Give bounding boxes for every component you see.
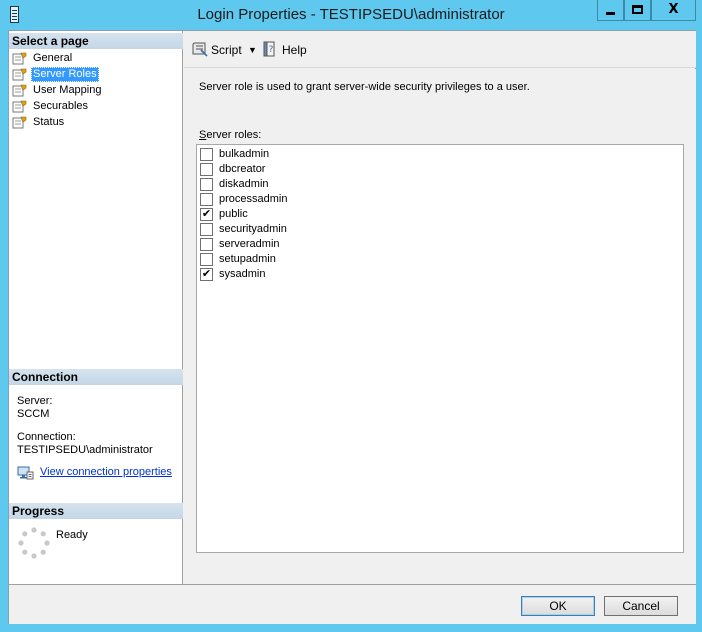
dialog-client-area: Select a page General Server Roles User … bbox=[8, 30, 696, 624]
role-row-bulkadmin[interactable]: bulkadmin bbox=[200, 147, 670, 162]
role-row-serveradmin[interactable]: serveradmin bbox=[200, 237, 670, 252]
server-value: SCCM bbox=[17, 408, 50, 420]
connection-label: Connection: bbox=[17, 431, 76, 443]
view-connection-properties-link[interactable]: View connection properties bbox=[40, 466, 172, 478]
page-wrench-icon bbox=[12, 116, 27, 129]
page-wrench-icon bbox=[12, 68, 27, 81]
help-book-icon: ? bbox=[263, 41, 275, 57]
select-page-header: Select a page bbox=[9, 33, 183, 49]
server-label: Server: bbox=[17, 395, 53, 407]
left-pane: Select a page General Server Roles User … bbox=[9, 31, 183, 584]
role-row-public[interactable]: ✔ public bbox=[200, 207, 670, 222]
role-checkbox[interactable]: ✔ bbox=[200, 268, 213, 281]
page-wrench-icon bbox=[12, 84, 27, 97]
dialog-footer: OK Cancel bbox=[9, 584, 696, 624]
page-wrench-icon bbox=[12, 52, 27, 65]
server-roles-label: Server roles: bbox=[199, 129, 262, 141]
role-row-sysadmin[interactable]: ✔ sysadmin bbox=[200, 267, 670, 282]
role-checkbox[interactable] bbox=[200, 148, 213, 161]
page-description: Server role is used to grant server-wide… bbox=[199, 81, 530, 93]
script-button[interactable]: Script ▼ bbox=[192, 41, 260, 59]
role-checkbox[interactable] bbox=[200, 193, 213, 206]
sidebar-item-label: General bbox=[33, 52, 73, 64]
cancel-button[interactable]: Cancel bbox=[604, 596, 678, 616]
role-name: bulkadmin bbox=[219, 148, 270, 160]
progress-header: Progress bbox=[9, 503, 183, 519]
title-bar[interactable]: Login Properties - TESTIPSEDU\administra… bbox=[0, 0, 702, 30]
view-connection-properties[interactable]: View connection properties bbox=[17, 465, 182, 481]
role-checkbox[interactable] bbox=[200, 238, 213, 251]
close-icon: X bbox=[668, 2, 679, 17]
maximize-button[interactable] bbox=[624, 0, 651, 21]
svg-text:?: ? bbox=[269, 45, 274, 55]
role-checkbox[interactable]: ✔ bbox=[200, 208, 213, 221]
progress-spinner-icon bbox=[18, 527, 50, 559]
role-name: public bbox=[219, 208, 248, 220]
page-wrench-icon bbox=[12, 100, 27, 113]
help-button[interactable]: ? Help bbox=[262, 41, 312, 59]
role-name: setupadmin bbox=[219, 253, 276, 265]
connection-header: Connection bbox=[9, 369, 183, 385]
role-name: dbcreator bbox=[219, 163, 266, 175]
chevron-down-icon[interactable]: ▼ bbox=[248, 42, 257, 58]
role-row-securityadmin[interactable]: securityadmin bbox=[200, 222, 670, 237]
connection-properties-icon bbox=[17, 466, 34, 480]
role-row-diskadmin[interactable]: diskadmin bbox=[200, 177, 670, 192]
role-name: sysadmin bbox=[219, 268, 266, 280]
server-roles-list[interactable]: bulkadmin dbcreator diskadmin processadmin ✔… bbox=[196, 144, 684, 553]
script-label: Script bbox=[211, 43, 242, 57]
sidebar-item-label: Server Roles bbox=[31, 67, 99, 82]
role-row-dbcreator[interactable]: dbcreator bbox=[200, 162, 670, 177]
maximize-icon bbox=[632, 5, 643, 14]
progress-status: Ready bbox=[56, 529, 88, 541]
toolbar: Script ▼ ? Help bbox=[184, 31, 696, 68]
role-name: processadmin bbox=[219, 193, 288, 205]
sidebar-item-label: User Mapping bbox=[33, 84, 102, 96]
role-row-setupadmin[interactable]: setupadmin bbox=[200, 252, 670, 267]
connection-value: TESTIPSEDU\administrator bbox=[17, 444, 153, 456]
server-roles-page: Server role is used to grant server-wide… bbox=[184, 69, 696, 584]
sidebar-item-label: Securables bbox=[33, 100, 89, 112]
role-checkbox[interactable] bbox=[200, 178, 213, 191]
role-name: serveradmin bbox=[219, 238, 280, 250]
help-label: Help bbox=[282, 43, 307, 57]
close-button[interactable]: X bbox=[651, 0, 696, 21]
role-checkbox[interactable] bbox=[200, 163, 213, 176]
role-checkbox[interactable] bbox=[200, 253, 213, 266]
role-name: diskadmin bbox=[219, 178, 269, 190]
role-row-processadmin[interactable]: processadmin bbox=[200, 192, 670, 207]
sidebar-item-label: Status bbox=[33, 116, 65, 128]
script-icon bbox=[192, 42, 208, 57]
ok-button[interactable]: OK bbox=[521, 596, 595, 616]
role-name: securityadmin bbox=[219, 223, 287, 235]
role-checkbox[interactable] bbox=[200, 223, 213, 236]
minimize-icon bbox=[606, 12, 615, 15]
minimize-button[interactable] bbox=[597, 0, 624, 21]
